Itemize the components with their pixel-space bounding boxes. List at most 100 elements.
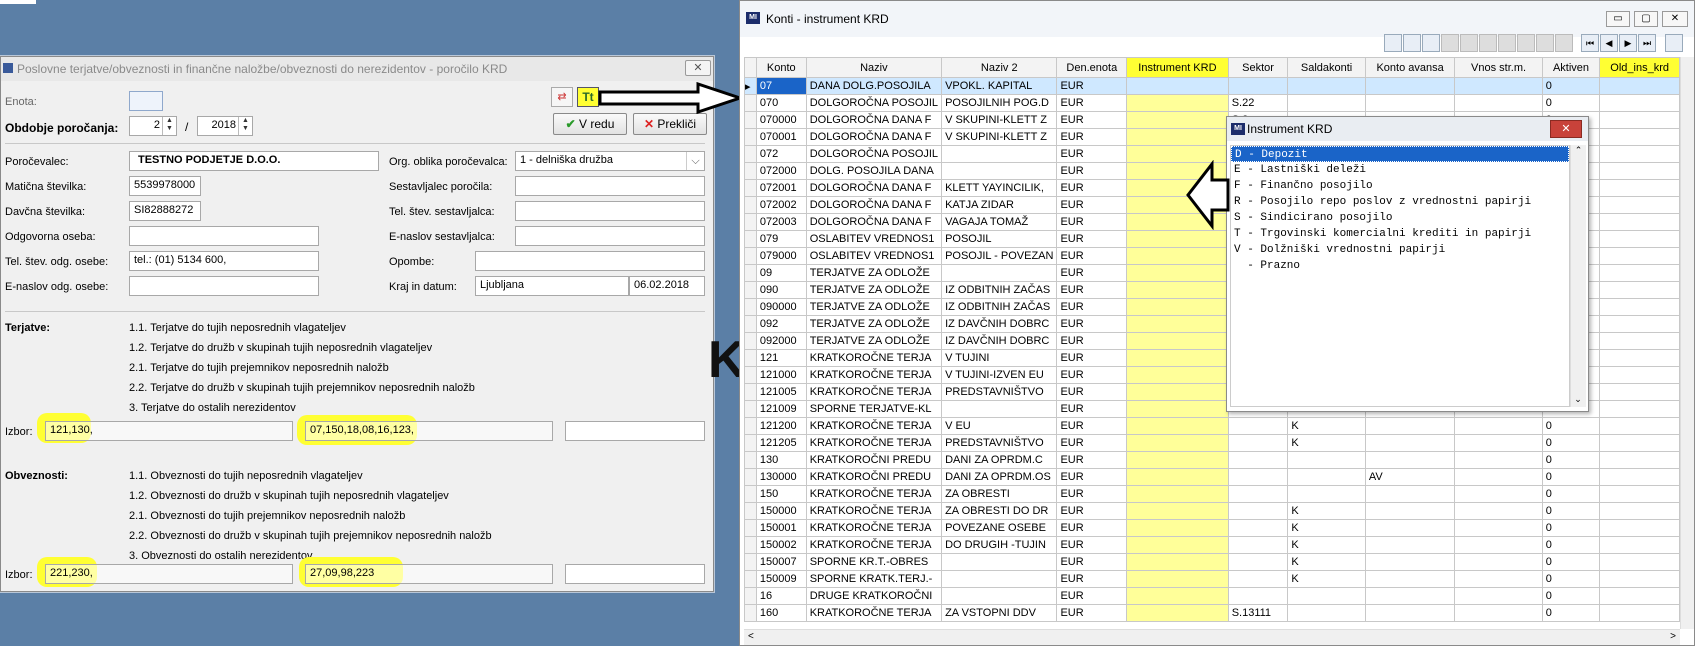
table-row[interactable]: 150 KRATKOROČNE TERJA ZA OBRESTI EUR 0 bbox=[744, 485, 1680, 503]
row-indicator[interactable] bbox=[744, 349, 757, 367]
table-cell[interactable]: KRATKOROČNE TERJA bbox=[805, 519, 943, 537]
table-cell[interactable]: 150 bbox=[755, 485, 807, 503]
table-row[interactable]: 150007 SPORNE KR.T.-OBRES EUR K 0 bbox=[744, 553, 1680, 571]
column-header[interactable]: Konto bbox=[755, 57, 807, 78]
table-cell[interactable]: EUR bbox=[1056, 264, 1128, 282]
table-cell[interactable]: S.22 bbox=[1227, 94, 1289, 112]
email-sest-input[interactable] bbox=[515, 226, 705, 246]
table-cell[interactable] bbox=[1454, 502, 1543, 520]
table-cell[interactable]: DOLG. POSOJILA DANA bbox=[805, 162, 943, 180]
table-cell[interactable] bbox=[1599, 451, 1680, 469]
table-cell[interactable]: KRATKOROČNE TERJA bbox=[805, 485, 943, 503]
table-cell[interactable]: TERJATVE ZA ODLOŽE bbox=[805, 264, 943, 282]
table-cell[interactable]: K bbox=[1287, 417, 1366, 435]
table-cell[interactable]: DRUGE KRATKOROČNI bbox=[805, 587, 943, 605]
tel-odg-input[interactable]: tel.: (01) 5134 600, bbox=[129, 251, 319, 271]
table-cell[interactable]: 072000 bbox=[755, 162, 807, 180]
list-item[interactable]: R - Posojilo repo poslov z vrednostni pa… bbox=[1231, 194, 1569, 210]
table-cell[interactable] bbox=[1287, 587, 1366, 605]
table-cell[interactable] bbox=[1227, 587, 1289, 605]
table-cell[interactable]: 072 bbox=[755, 145, 807, 163]
table-cell[interactable] bbox=[1599, 536, 1680, 554]
table-cell[interactable] bbox=[1599, 604, 1680, 622]
table-cell[interactable]: EUR bbox=[1056, 451, 1128, 469]
table-cell[interactable]: K bbox=[1287, 519, 1366, 537]
table-cell[interactable]: 121205 bbox=[755, 434, 807, 452]
table-cell[interactable]: V TUJINI bbox=[941, 349, 1058, 367]
obveznosti-izbor-input-3[interactable] bbox=[565, 564, 705, 584]
table-cell[interactable]: DOLGOROČNA DANA F bbox=[805, 213, 943, 231]
table-cell[interactable]: POSOJIL - POVEZAN bbox=[941, 247, 1058, 265]
table-cell[interactable] bbox=[1126, 417, 1229, 435]
table-cell[interactable] bbox=[1287, 94, 1366, 112]
table-cell[interactable] bbox=[1364, 502, 1456, 520]
table-cell[interactable]: S.13111 bbox=[1227, 604, 1289, 622]
table-cell[interactable] bbox=[1454, 468, 1543, 486]
toolbar-icon-3[interactable] bbox=[1422, 34, 1440, 52]
table-cell[interactable] bbox=[1599, 434, 1680, 452]
table-cell[interactable]: 0 bbox=[1541, 536, 1601, 554]
table-row[interactable]: 121200 KRATKOROČNE TERJA V EU EUR K 0 bbox=[744, 417, 1680, 435]
table-cell[interactable]: V SKUPINI-KLETT Z bbox=[941, 111, 1058, 129]
table-cell[interactable] bbox=[1599, 281, 1680, 299]
scroll-left-icon[interactable]: < bbox=[748, 631, 754, 642]
table-cell[interactable]: EUR bbox=[1056, 536, 1128, 554]
table-cell[interactable] bbox=[1227, 485, 1289, 503]
table-row[interactable]: 150002 KRATKOROČNE TERJA DO DRUGIH -TUJIN E… bbox=[744, 536, 1680, 554]
close-icon[interactable]: ✕ bbox=[1662, 11, 1688, 27]
table-cell[interactable]: 079000 bbox=[755, 247, 807, 265]
row-indicator[interactable] bbox=[744, 230, 757, 248]
table-cell[interactable]: DANI ZA OPRDM.OS bbox=[941, 468, 1058, 486]
davcna-input[interactable]: SI82888272 bbox=[129, 201, 201, 221]
table-cell[interactable]: DOLGOROČNA DANA F bbox=[805, 179, 943, 197]
table-cell[interactable] bbox=[1227, 502, 1289, 520]
table-cell[interactable] bbox=[1599, 400, 1680, 418]
table-cell[interactable]: EUR bbox=[1056, 519, 1128, 537]
clear-filter-icon[interactable] bbox=[1555, 34, 1573, 52]
table-cell[interactable]: IZ DAVČNIH DOBRC bbox=[941, 332, 1058, 350]
table-cell[interactable]: VPOKL. KAPITAL bbox=[941, 77, 1058, 95]
table-cell[interactable]: ZA VSTOPNI DDV bbox=[941, 604, 1058, 622]
table-cell[interactable] bbox=[1454, 587, 1543, 605]
table-cell[interactable] bbox=[1227, 451, 1289, 469]
table-cell[interactable] bbox=[1126, 485, 1229, 503]
table-cell[interactable] bbox=[1599, 502, 1680, 520]
table-cell[interactable] bbox=[1126, 281, 1229, 299]
table-cell[interactable]: DOLGOROČNA DANA F bbox=[805, 111, 943, 129]
table-cell[interactable]: 0 bbox=[1541, 468, 1601, 486]
table-row[interactable]: 150000 KRATKOROČNE TERJA ZA OBRESTI DO DR E… bbox=[744, 502, 1680, 520]
table-cell[interactable]: 0 bbox=[1541, 417, 1601, 435]
table-cell[interactable]: TERJATVE ZA ODLOŽE bbox=[805, 315, 943, 333]
row-indicator[interactable] bbox=[744, 281, 757, 299]
next-record-icon[interactable]: ▶ bbox=[1619, 34, 1637, 52]
list-item[interactable]: V - Dolžniški vrednostni papirji bbox=[1231, 242, 1569, 258]
table-cell[interactable]: 092 bbox=[755, 315, 807, 333]
table-cell[interactable]: POSOJIL bbox=[941, 230, 1058, 248]
terjatve-izbor-input-2[interactable]: 07,150,18,08,16,123, bbox=[305, 421, 553, 441]
table-cell[interactable] bbox=[1364, 570, 1456, 588]
table-cell[interactable]: IZ ODBITNIH ZAČAS bbox=[941, 298, 1058, 316]
row-indicator[interactable] bbox=[744, 553, 757, 571]
row-indicator[interactable] bbox=[744, 417, 757, 435]
table-cell[interactable]: SPORNE KRATK.TERJ.- bbox=[805, 570, 943, 588]
table-cell[interactable]: EUR bbox=[1056, 604, 1128, 622]
table-cell[interactable]: 121009 bbox=[755, 400, 807, 418]
table-cell[interactable] bbox=[1364, 604, 1456, 622]
table-cell[interactable] bbox=[1454, 485, 1543, 503]
chevron-down-icon[interactable]: ⌵ bbox=[686, 152, 704, 170]
table-cell[interactable]: ZA OBRESTI bbox=[941, 485, 1058, 503]
table-cell[interactable]: 160 bbox=[755, 604, 807, 622]
table-cell[interactable]: TERJATVE ZA ODLOŽE bbox=[805, 298, 943, 316]
table-cell[interactable] bbox=[1227, 553, 1289, 571]
exit-icon[interactable] bbox=[1665, 34, 1683, 52]
table-cell[interactable]: EUR bbox=[1056, 145, 1128, 163]
table-cell[interactable]: PREDSTAVNIŠTVO bbox=[941, 383, 1058, 401]
horizontal-scrollbar[interactable]: < > bbox=[744, 629, 1680, 645]
row-indicator[interactable] bbox=[744, 264, 757, 282]
table-cell[interactable]: EUR bbox=[1056, 179, 1128, 197]
search-icon[interactable] bbox=[1517, 34, 1535, 52]
table-cell[interactable]: 070 bbox=[755, 94, 807, 112]
table-cell[interactable] bbox=[1126, 298, 1229, 316]
scroll-right-icon[interactable]: > bbox=[1670, 631, 1676, 642]
table-cell[interactable]: 079 bbox=[755, 230, 807, 248]
